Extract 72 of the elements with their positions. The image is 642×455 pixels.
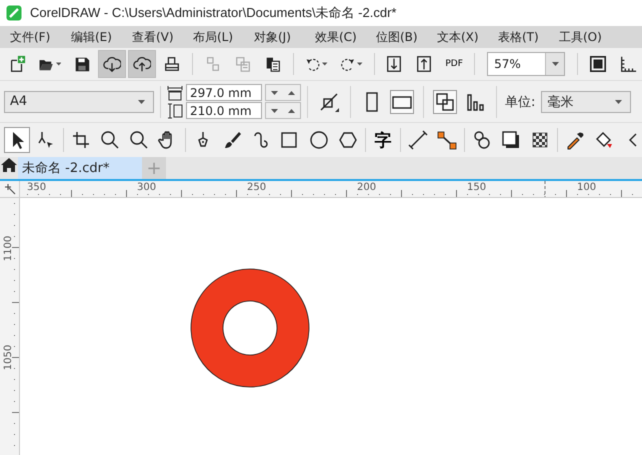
menu-item[interactable]: 效果(C) (309, 28, 370, 46)
eyedropper-icon (565, 130, 585, 150)
page-width-field[interactable]: 297.0 mm (186, 84, 262, 101)
landscape-button[interactable] (390, 90, 414, 114)
ruler-label: 350 (27, 182, 46, 193)
paint-bucket-icon (594, 130, 614, 150)
caret-icon (138, 100, 145, 104)
chevron-left-icon (629, 133, 637, 147)
drop-shadow-icon (501, 130, 521, 150)
caret-icon (56, 62, 61, 66)
brush-icon (222, 130, 242, 150)
export-pdf-button[interactable]: PDF (440, 50, 468, 78)
menu-item[interactable]: 编辑(E) (65, 28, 126, 46)
ruler-label: 250 (247, 182, 266, 193)
caret-icon (357, 62, 363, 66)
bar-pages-icon (465, 92, 485, 112)
unit-dropdown[interactable]: 毫米 (541, 90, 632, 112)
home-icon (0, 157, 18, 173)
export-icon (415, 54, 434, 74)
polygon-icon (338, 130, 358, 150)
spin-buttons[interactable] (265, 84, 301, 101)
unit-label: 单位: (505, 94, 536, 110)
menu-item[interactable]: 文件(F) (4, 28, 65, 46)
connector-icon (437, 130, 457, 150)
stacked-pages-icon (435, 92, 455, 112)
window-title: CorelDRAW - C:\Users\Administrator\Documents\未命名 -2.cdr* (30, 4, 396, 22)
ruler-label: 1050 (3, 344, 14, 370)
menu-item[interactable]: 布局(L) (187, 28, 248, 46)
menu-item[interactable]: 对象(J) (248, 28, 309, 46)
ruler-label: 150 (467, 182, 486, 193)
ruler-options-icon (619, 54, 638, 74)
cloud-upload-icon (132, 54, 151, 74)
copy-icon (234, 54, 252, 74)
text-tool-button[interactable]: 字 (370, 127, 396, 153)
menu-item[interactable]: 查看(V) (126, 28, 187, 46)
ruler-label: 200 (357, 182, 376, 193)
magnifier-icon (100, 130, 120, 150)
spin-buttons[interactable] (265, 102, 301, 119)
cloud-download-icon (102, 54, 121, 74)
blend-circles-icon (472, 130, 492, 150)
page-width-icon (167, 84, 183, 100)
ruler-label: 100 (577, 182, 596, 193)
page-height-field[interactable]: 210.0 mm (186, 102, 262, 119)
magnifier-icon (129, 130, 149, 150)
page-options-icon (319, 92, 339, 112)
zoom-level-field[interactable]: 57% (487, 52, 566, 76)
printer-icon (162, 54, 181, 74)
document-tab[interactable]: 未命名 -2.cdr* (18, 157, 142, 179)
menu-item[interactable]: 位图(B) (370, 28, 431, 46)
caret-icon (322, 62, 328, 66)
all-pages-button[interactable] (433, 90, 457, 114)
pointer-tool[interactable] (4, 127, 30, 153)
ellipse-icon (309, 130, 329, 150)
full-screen-icon (589, 54, 608, 74)
new-document-icon (8, 54, 26, 74)
ruler-label: 1100 (3, 236, 14, 262)
page-height-icon (167, 102, 183, 118)
ruler-label: 300 (137, 182, 156, 193)
app-logo-icon (6, 5, 22, 21)
import-icon (385, 54, 404, 74)
ruler-origin-icon (4, 183, 16, 195)
menu-item[interactable]: 表格(T) (492, 28, 553, 46)
crop-icon (71, 130, 91, 150)
caret-icon (615, 100, 622, 104)
menu-item[interactable]: 文本(X) (431, 28, 492, 46)
caret-icon (552, 62, 559, 66)
transparency-icon (530, 130, 550, 150)
cloud-upload-button[interactable] (128, 50, 156, 78)
paper-size-dropdown[interactable]: A4 (4, 90, 154, 112)
line-icon (408, 130, 428, 150)
menu-item[interactable]: 工具(O) (553, 28, 614, 46)
cloud-download-button[interactable] (98, 50, 126, 78)
